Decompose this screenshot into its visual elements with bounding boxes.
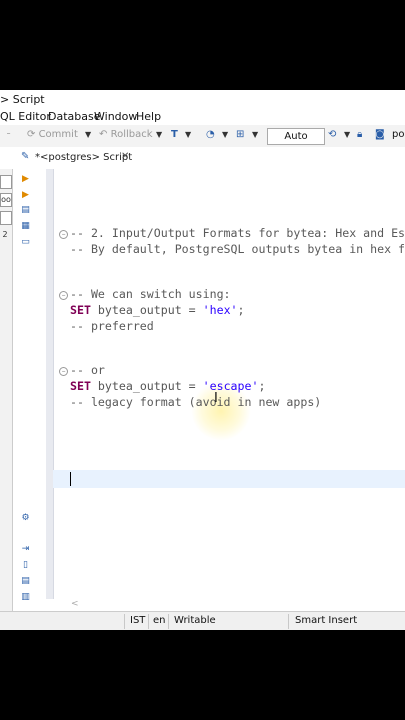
sql-comment: -- preferred: [70, 319, 154, 333]
sql-text: bytea_output =: [90, 379, 203, 393]
code-line: SET bytea_output = 'hex';: [70, 303, 245, 317]
status-separator: [168, 614, 169, 629]
status-separator: [124, 614, 125, 629]
sql-text: ;: [237, 303, 245, 317]
rollback-button[interactable]: ↶ Rollback: [99, 129, 153, 140]
main-toolbar: ╶ ⟳ Commit ▼ ↶ Rollback ▼ T ▼ ◔ ▼ ⊞ ▼ Au…: [0, 125, 405, 148]
left-strip-item[interactable]: [0, 175, 12, 189]
rollback-dropdown-icon[interactable]: ▼: [156, 130, 162, 139]
transaction-mode-select[interactable]: Auto: [267, 128, 325, 145]
history-dropdown-icon[interactable]: ▼: [344, 130, 350, 139]
dashboard-icon[interactable]: ◔: [206, 129, 215, 140]
ibeam-cursor-icon: I: [214, 391, 218, 406]
schema-dropdown-icon[interactable]: ▼: [252, 130, 258, 139]
rollback-icon: ↶: [99, 129, 108, 140]
horizontal-scrollbar[interactable]: <: [53, 599, 405, 611]
text-caret: [70, 472, 71, 486]
commit-button[interactable]: ⟳ Commit: [27, 129, 78, 140]
left-panel-strip: oo 2: [0, 169, 13, 629]
editor-tabs: ✎ *<postgres> Script ✕: [0, 147, 405, 170]
status-insert-mode: Smart Insert: [295, 615, 358, 626]
status-separator: [288, 614, 289, 629]
sql-comment: -- 2. Input/Output Formats for bytea: He…: [70, 226, 405, 240]
code-line: -- or: [70, 363, 105, 377]
cut-label: po: [392, 129, 405, 140]
window-titlebar: > Script: [0, 90, 405, 108]
toolbar-separator-icon: ╶: [4, 129, 11, 140]
file-lock-icon[interactable]: ▯: [20, 560, 31, 571]
commit-label: Commit: [38, 129, 78, 140]
window-title: > Script: [0, 93, 45, 106]
left-strip-item[interactable]: oo: [0, 193, 12, 207]
run-script-icon[interactable]: ▶: [20, 190, 31, 201]
close-icon[interactable]: ✕: [121, 151, 129, 162]
panels-icon[interactable]: ▥: [20, 592, 31, 603]
status-mode: Writable: [174, 615, 216, 626]
editor-side-toolbar: ▶ ▶ ▤ ▦ ▭ ⚙ ⇥ ▯ ▤ ▥: [15, 169, 37, 605]
app-screen: > Script QL Editor Database Window Help …: [0, 90, 405, 630]
status-bar: IST en Writable Smart Insert: [0, 611, 405, 630]
menu-help[interactable]: Help: [136, 110, 161, 123]
sql-comment: -- By default, PostgreSQL outputs bytea …: [70, 242, 405, 256]
menu-window[interactable]: Window: [94, 110, 137, 123]
fold-toggle-icon[interactable]: −: [59, 230, 68, 239]
run-statement-icon[interactable]: ▶: [20, 174, 31, 185]
format-icon[interactable]: ▦: [20, 221, 31, 232]
status-locale: en: [153, 615, 166, 626]
commit-dropdown-icon[interactable]: ▼: [85, 130, 91, 139]
commit-icon: ⟳: [27, 129, 36, 140]
scroll-left-icon[interactable]: <: [71, 599, 79, 609]
transaction-mode-icon[interactable]: T: [171, 129, 178, 140]
sql-keyword: SET: [70, 303, 91, 317]
lock-icon[interactable]: 🔒︎: [357, 129, 362, 140]
status-timezone: IST: [130, 615, 146, 626]
schema-icon[interactable]: ⊞: [236, 129, 244, 140]
code-line: -- By default, PostgreSQL outputs bytea …: [70, 242, 405, 256]
menu-sql-editor[interactable]: QL Editor: [0, 110, 51, 123]
rollback-label: Rollback: [110, 129, 153, 140]
sql-comment: -- We can switch using:: [70, 287, 231, 301]
code-line: -- preferred: [70, 319, 154, 333]
status-separator: [148, 614, 149, 629]
history-icon[interactable]: ⟲: [328, 129, 336, 140]
code-line: -- legacy format (avoid in new apps): [70, 395, 321, 409]
dashboard-dropdown-icon[interactable]: ▼: [222, 130, 228, 139]
sql-string: 'hex': [202, 303, 238, 317]
menu-bar: QL Editor Database Window Help: [0, 108, 405, 125]
console-icon[interactable]: ▭: [20, 237, 31, 248]
sql-text: ;: [258, 379, 266, 393]
sql-comment: -- or: [70, 363, 105, 377]
code-line: -- We can switch using:: [70, 287, 231, 301]
code-line: SET bytea_output = 'escape';: [70, 379, 265, 393]
tab-label: *<postgres> Script: [35, 152, 133, 163]
script-icon: ✎: [21, 151, 30, 162]
left-strip-item[interactable]: 2: [0, 229, 10, 241]
sql-file-icon[interactable]: ▤: [20, 576, 31, 587]
sql-editor[interactable]: − -- 2. Input/Output Formats for bytea: H…: [53, 169, 405, 599]
explain-icon[interactable]: ▤: [20, 205, 31, 216]
sql-text: bytea_output =: [90, 303, 203, 317]
left-strip-item[interactable]: [0, 211, 12, 225]
tab-postgres-script[interactable]: ✎ *<postgres> Script ✕: [18, 147, 138, 170]
sql-keyword: SET: [70, 379, 91, 393]
transaction-dropdown-icon[interactable]: ▼: [185, 130, 191, 139]
current-line-highlight: [53, 470, 405, 488]
fold-toggle-icon[interactable]: −: [59, 291, 68, 300]
sql-string: 'escape': [202, 379, 259, 393]
code-line: -- 2. Input/Output Formats for bytea: He…: [70, 226, 405, 240]
fold-toggle-icon[interactable]: −: [59, 367, 68, 376]
sql-comment: -- legacy format (avoid in new apps): [70, 395, 322, 409]
database-icon[interactable]: ◙: [375, 129, 385, 140]
export-icon[interactable]: ⇥: [20, 544, 31, 555]
menu-database[interactable]: Database: [48, 110, 101, 123]
settings-icon[interactable]: ⚙: [20, 513, 31, 524]
